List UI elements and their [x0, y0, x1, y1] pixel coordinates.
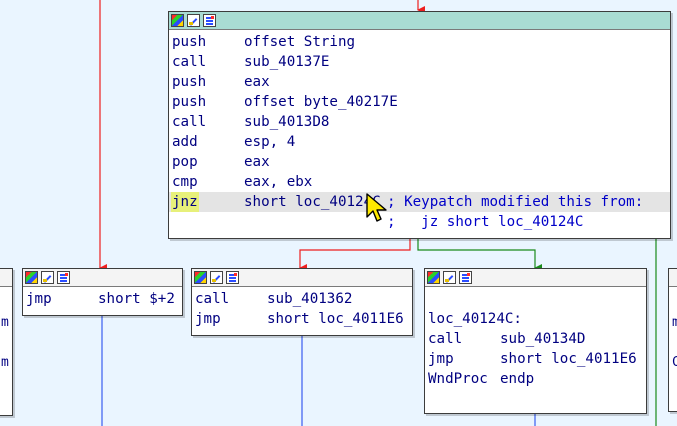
mnemonic: jmp	[428, 351, 454, 367]
mnemonic: call	[172, 114, 207, 130]
mnemonic-highlighted: jnz	[171, 192, 199, 212]
asm-line[interactable]: push offset byte_40217E	[169, 92, 670, 112]
mnemonic: add	[172, 134, 198, 150]
asm-line[interactable]: add esp, 4	[169, 132, 670, 152]
group-nodes-icon[interactable]	[226, 271, 239, 284]
asm-label-line[interactable]: loc_40124C:	[425, 309, 646, 329]
left-partial-titlebar	[0, 269, 12, 287]
asm-line[interactable]: call sub_401362	[192, 289, 412, 309]
node-color-icon[interactable]	[194, 271, 207, 284]
asm-line[interactable]: cmp eax, ebx	[169, 172, 670, 192]
comment: ; jz short loc_40124C	[387, 214, 584, 230]
right-partial-text-2: C	[672, 355, 677, 370]
comment: ; Keypatch modified this from:	[387, 194, 644, 210]
operand: sub_4013D8	[244, 114, 330, 130]
right-partial-block[interactable]: m C	[668, 268, 677, 412]
right-partial-titlebar	[669, 269, 677, 287]
jmp-self-block[interactable]: jmp short $+2	[22, 268, 183, 316]
left-partial-block[interactable]: m m	[0, 268, 13, 416]
left-partial-text-2: m	[1, 355, 9, 370]
operand: sub_401362	[267, 291, 353, 307]
mnemonic: push	[172, 74, 207, 90]
group-nodes-icon[interactable]	[459, 271, 472, 284]
edge-green-true	[417, 238, 542, 272]
operand: sub_40134D	[500, 331, 586, 347]
mouse-pointer-icon	[366, 193, 387, 222]
asm-line[interactable]: call sub_4013D8	[169, 112, 670, 132]
operand: offset byte_40217E	[244, 94, 398, 110]
node-color-icon[interactable]	[427, 271, 440, 284]
asm-line-selected[interactable]: jnz short loc_40124C ; Keypatch modified t…	[169, 192, 670, 212]
asm-line[interactable]: jmp short loc_4011E6	[425, 349, 646, 369]
asm-line-comment[interactable]: ; jz short loc_40124C	[169, 212, 670, 232]
operand: eax	[244, 74, 270, 90]
main-code-block[interactable]: push offset String call sub_40137E push eax…	[168, 11, 671, 239]
mnemonic: push	[172, 34, 207, 50]
asm-line[interactable]: call sub_40134D	[425, 329, 646, 349]
operand: short loc_40124C	[244, 194, 381, 210]
asm-line[interactable]: WndProc endp	[425, 369, 646, 389]
mnemonic: pop	[172, 154, 198, 170]
mnemonic: WndProc	[428, 371, 488, 387]
mnemonic: cmp	[172, 174, 198, 190]
main-block-titlebar	[169, 12, 670, 30]
left-partial-text-1: m	[1, 315, 9, 330]
jmp-self-titlebar	[23, 269, 182, 287]
node-color-icon[interactable]	[25, 271, 38, 284]
operand: offset String	[244, 34, 356, 50]
asm-line[interactable]: call sub_40137E	[169, 52, 670, 72]
operand: short loc_4011E6	[500, 351, 637, 367]
mnemonic: call	[428, 331, 463, 347]
mnemonic: jmp	[26, 291, 52, 307]
operand: short $+2	[98, 291, 175, 307]
operand: sub_40137E	[244, 54, 330, 70]
group-nodes-icon[interactable]	[57, 271, 70, 284]
asm-line[interactable]: push offset String	[169, 32, 670, 52]
group-nodes-icon[interactable]	[203, 14, 216, 27]
right-partial-text-1: m	[672, 315, 677, 330]
call-block[interactable]: call sub_401362 jmp short loc_4011E6	[191, 268, 413, 336]
asm-line[interactable]: jmp short loc_4011E6	[192, 309, 412, 329]
rename-icon[interactable]	[187, 14, 200, 27]
operand: esp, 4	[244, 134, 296, 150]
asm-line[interactable]: pop eax	[169, 152, 670, 172]
rename-icon[interactable]	[443, 271, 456, 284]
rename-icon[interactable]	[41, 271, 54, 284]
mnemonic: call	[195, 291, 230, 307]
node-color-icon[interactable]	[171, 14, 184, 27]
mnemonic: jmp	[195, 311, 221, 327]
mnemonic: call	[172, 54, 207, 70]
operand: short loc_4011E6	[267, 311, 404, 327]
rename-icon[interactable]	[210, 271, 223, 284]
loc-40124c-block[interactable]: loc_40124C: call sub_40134D jmp short loc_…	[424, 268, 647, 414]
mnemonic: push	[172, 94, 207, 110]
code-label: loc_40124C:	[428, 311, 522, 327]
operand: eax	[244, 154, 270, 170]
call-block-titlebar	[192, 269, 412, 287]
edge-red-false	[299, 238, 411, 272]
asm-line[interactable]: jmp short $+2	[23, 289, 182, 309]
operand: eax, ebx	[244, 174, 313, 190]
operand: endp	[500, 371, 535, 387]
asm-line[interactable]: push eax	[169, 72, 670, 92]
loc-block-titlebar	[425, 269, 646, 287]
